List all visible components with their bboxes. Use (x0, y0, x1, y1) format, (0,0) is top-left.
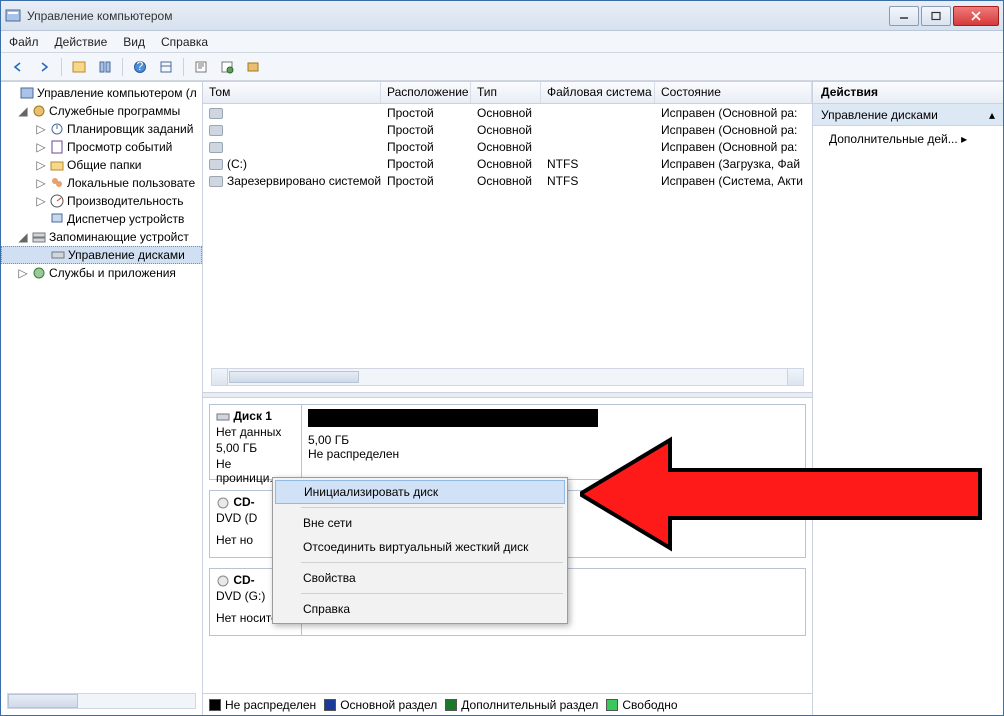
disk1-size: 5,00 ГБ (216, 441, 295, 455)
disk1-status: Нет данных (216, 425, 295, 439)
table-row[interactable]: ПростойОсновнойИсправен (Основной ра: (203, 121, 812, 138)
volume-hscrollbar[interactable] (211, 368, 804, 386)
tree-pane: Управление компьютером (л ◢Служебные про… (1, 82, 203, 715)
menubar: Файл Действие Вид Справка (1, 31, 1003, 53)
ctx-help[interactable]: Справка (275, 597, 565, 621)
refresh-button[interactable] (190, 56, 212, 78)
volume-header: Том Расположение Тип Файловая система Со… (203, 82, 812, 104)
maximize-button[interactable] (921, 6, 951, 26)
minimize-button[interactable] (889, 6, 919, 26)
window-title: Управление компьютером (27, 9, 889, 23)
context-menu: Инициализировать диск Вне сети Отсоедини… (272, 477, 568, 624)
table-row[interactable]: (C:)ПростойОсновнойNTFSИсправен (Загрузк… (203, 155, 812, 172)
col-state[interactable]: Состояние (655, 82, 812, 103)
tree-perf[interactable]: ▷Производительность (1, 192, 202, 210)
volume-rows: ПростойОсновнойИсправен (Основной ра:Про… (203, 104, 812, 364)
legend: Не распределен Основной раздел Дополните… (203, 693, 812, 715)
chevron-right-icon: ▸ (961, 132, 967, 146)
tree-shared[interactable]: ▷Общие папки (1, 156, 202, 174)
actions-more[interactable]: Дополнительные дей... ▸ (813, 126, 1003, 152)
settings-button[interactable] (242, 56, 264, 78)
menu-help[interactable]: Справка (161, 35, 208, 49)
menu-view[interactable]: Вид (123, 35, 145, 49)
tree-diskmgmt[interactable]: Управление дисками (1, 246, 202, 264)
close-button[interactable] (953, 6, 999, 26)
disk1-name: Диск 1 (233, 409, 272, 423)
tree-events[interactable]: ▷Просмотр событий (1, 138, 202, 156)
tree-users[interactable]: ▷Локальные пользовате (1, 174, 202, 192)
disk1-bar (308, 409, 598, 427)
ctx-offline[interactable]: Вне сети (275, 511, 565, 535)
tree-services[interactable]: ▷Службы и приложения (1, 264, 202, 282)
back-button[interactable] (7, 56, 29, 78)
col-type[interactable]: Тип (471, 82, 541, 103)
collapse-icon: ▴ (989, 108, 995, 122)
tree-devmgr[interactable]: Диспетчер устройств (1, 210, 202, 228)
properties-button[interactable] (94, 56, 116, 78)
ctx-initialize[interactable]: Инициализировать диск (275, 480, 565, 504)
table-row[interactable]: Зарезервировано системойПростойОсновнойN… (203, 172, 812, 189)
view-mode-button[interactable] (155, 56, 177, 78)
col-tom[interactable]: Том (203, 82, 381, 103)
tree-tools[interactable]: ◢Служебные программы (1, 102, 202, 120)
table-row[interactable]: ПростойОсновнойИсправен (Основной ра: (203, 138, 812, 155)
svg-text:?: ? (137, 60, 144, 73)
menu-action[interactable]: Действие (55, 35, 108, 49)
ctx-properties[interactable]: Свойства (275, 566, 565, 590)
menu-file[interactable]: Файл (9, 35, 39, 49)
annotation-arrow (580, 434, 990, 557)
help-button[interactable]: ? (129, 56, 151, 78)
forward-button[interactable] (33, 56, 55, 78)
toolbar: ? (1, 53, 1003, 81)
rescan-button[interactable] (216, 56, 238, 78)
tree-hscrollbar[interactable] (7, 693, 196, 709)
actions-pane: Действия Управление дисками ▴ Дополнител… (813, 82, 1003, 715)
actions-header: Действия (813, 82, 1003, 104)
tree-storage[interactable]: ◢Запоминающие устройст (1, 228, 202, 246)
ctx-detach[interactable]: Отсоединить виртуальный жесткий диск (275, 535, 565, 559)
col-fs[interactable]: Файловая система (541, 82, 655, 103)
show-hide-tree-button[interactable] (68, 56, 90, 78)
col-layout[interactable]: Расположение (381, 82, 471, 103)
actions-section[interactable]: Управление дисками ▴ (813, 104, 1003, 126)
app-icon (5, 8, 21, 24)
tree-scheduler[interactable]: ▷Планировщик заданий (1, 120, 202, 138)
titlebar[interactable]: Управление компьютером (1, 1, 1003, 31)
tree-root[interactable]: Управление компьютером (л (1, 84, 202, 102)
table-row[interactable]: ПростойОсновнойИсправен (Основной ра: (203, 104, 812, 121)
